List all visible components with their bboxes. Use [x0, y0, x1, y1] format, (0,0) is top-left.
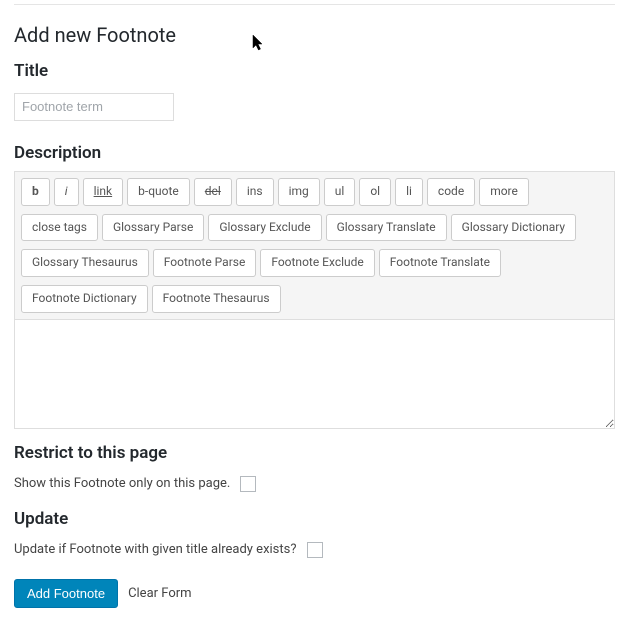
qt-button-code[interactable]: code — [427, 178, 475, 206]
update-checkbox[interactable] — [307, 542, 323, 558]
title-input[interactable] — [14, 93, 174, 121]
qt-button-glossary-translate[interactable]: Glossary Translate — [326, 214, 447, 242]
restrict-checkbox[interactable] — [240, 476, 256, 492]
qt-button-link[interactable]: link — [83, 178, 124, 206]
qt-button-glossary-exclude[interactable]: Glossary Exclude — [208, 214, 321, 242]
qt-button-b[interactable]: b — [21, 178, 50, 206]
top-border — [14, 4, 615, 5]
qt-button-del[interactable]: del — [194, 178, 232, 206]
restrict-heading: Restrict to this page — [14, 443, 615, 463]
title-heading: Title — [14, 61, 615, 81]
update-heading: Update — [14, 509, 615, 529]
qt-button-ins[interactable]: ins — [236, 178, 274, 206]
qt-button-li[interactable]: li — [395, 178, 423, 206]
qt-button-footnote-parse[interactable]: Footnote Parse — [153, 249, 257, 277]
description-textarea[interactable] — [15, 320, 614, 428]
page-title: Add new Footnote — [14, 23, 615, 47]
qt-button-img[interactable]: img — [278, 178, 320, 206]
qt-button-glossary-dictionary[interactable]: Glossary Dictionary — [451, 214, 576, 242]
qt-button-ul[interactable]: ul — [324, 178, 356, 206]
qt-button-glossary-parse[interactable]: Glossary Parse — [102, 214, 204, 242]
qt-button-footnote-thesaurus[interactable]: Footnote Thesaurus — [152, 285, 281, 313]
update-label: Update if Footnote with given title alre… — [14, 542, 297, 557]
qt-button-b-quote[interactable]: b-quote — [127, 178, 190, 206]
restrict-label: Show this Footnote only on this page. — [14, 476, 230, 491]
qt-button-footnote-translate[interactable]: Footnote Translate — [379, 249, 501, 277]
quicktags-toolbar: bilinkb-quotedelinsimgulollicodemore clos… — [15, 172, 614, 319]
description-heading: Description — [14, 143, 615, 163]
qt-button-i[interactable]: i — [54, 178, 79, 206]
add-footnote-button[interactable]: Add Footnote — [14, 579, 118, 608]
description-editor: bilinkb-quotedelinsimgulollicodemore clos… — [14, 171, 615, 428]
qt-button-footnote-exclude[interactable]: Footnote Exclude — [260, 249, 374, 277]
clear-form-link[interactable]: Clear Form — [128, 586, 192, 601]
action-row: Add Footnote Clear Form — [14, 579, 615, 608]
qt-button-footnote-dictionary[interactable]: Footnote Dictionary — [21, 285, 148, 313]
qt-button-close-tags[interactable]: close tags — [21, 214, 98, 242]
qt-button-more[interactable]: more — [479, 178, 529, 206]
qt-button-glossary-thesaurus[interactable]: Glossary Thesaurus — [21, 249, 149, 277]
qt-button-ol[interactable]: ol — [359, 178, 391, 206]
